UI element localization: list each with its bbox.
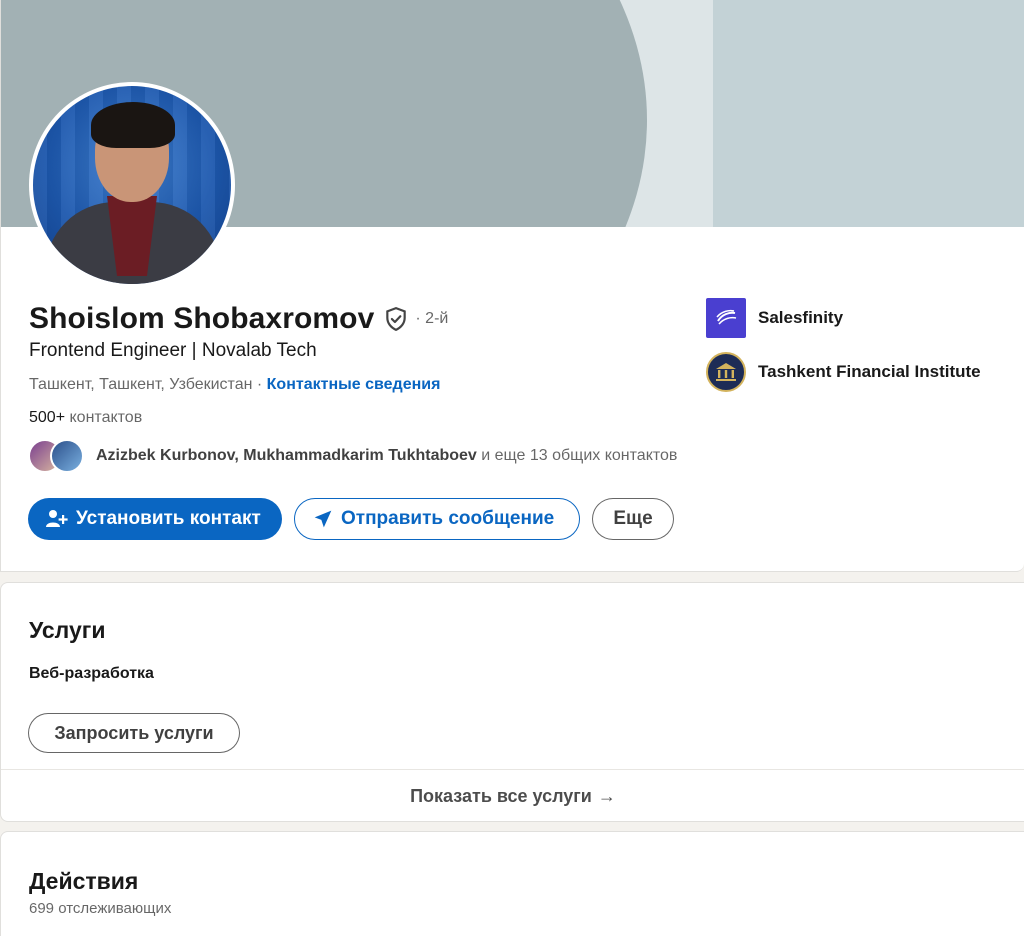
org-tashkent-financial-institute[interactable]: Tashkent Financial Institute (706, 352, 981, 392)
services-title: Услуги (29, 617, 106, 643)
connection-degree: · 2-й (415, 310, 449, 327)
location-row: Ташкент, Ташкент, Узбекистан · Контактны… (29, 376, 440, 394)
request-services-button[interactable]: Запросить услуги (28, 713, 240, 753)
activity-card: Действия 699 отслеживающих (0, 831, 1024, 936)
message-button[interactable]: Отправить сообщение (294, 498, 580, 540)
activity-title: Действия (29, 868, 139, 894)
mutual-avatar (50, 439, 84, 473)
profile-top-card: Shoislom Shobaxromov · 2-й Frontend Engi… (0, 0, 1024, 572)
show-all-services-link[interactable]: Показать все услуги → (1, 769, 1024, 822)
followers-count[interactable]: 699 отслеживающих (29, 900, 171, 917)
connect-button[interactable]: Установить контакт (28, 498, 282, 540)
profile-name: Shoislom Shobaxromov (29, 302, 375, 335)
contact-info-link[interactable]: Контактные сведения (267, 376, 441, 393)
profile-headline: Frontend Engineer | Novalab Tech (29, 340, 317, 361)
services-card: Услуги Веб-разработка Запросить услуги П… (0, 582, 1024, 822)
profile-actions: Установить контакт Отправить сообщение Е… (28, 498, 674, 540)
connections-number: 500+ (29, 409, 66, 426)
mutual-suffix: и еще 13 общих контактов (481, 447, 678, 464)
connections-label: контактов (69, 409, 143, 426)
mutual-connections[interactable]: Azizbek Kurbonov, Mukhammadkarim Tukhtab… (28, 439, 677, 473)
name-row: Shoislom Shobaxromov · 2-й (29, 302, 448, 336)
show-all-label: Показать все услуги (410, 785, 592, 806)
org-name: Salesfinity (758, 308, 844, 327)
mutual-connections-text: Azizbek Kurbonov, Mukhammadkarim Tukhtab… (96, 447, 677, 465)
tfi-logo-icon (706, 352, 746, 392)
request-services-label: Запросить услуги (54, 722, 214, 743)
connections-count[interactable]: 500+ контактов (29, 409, 142, 427)
org-salesfinity[interactable]: Salesfinity (706, 298, 843, 338)
service-item: Веб-разработка (29, 665, 154, 682)
message-button-label: Отправить сообщение (341, 508, 555, 529)
salesfinity-logo-icon (706, 298, 746, 338)
connect-button-label: Установить контакт (76, 508, 261, 529)
profile-photo-image (33, 86, 231, 284)
location-text: Ташкент, Ташкент, Узбекистан · (29, 376, 263, 393)
more-button[interactable]: Еще (592, 498, 674, 540)
profile-photo[interactable] (29, 82, 235, 288)
more-button-label: Еще (613, 508, 653, 529)
arrow-right-icon: → (597, 785, 616, 806)
mutual-names: Azizbek Kurbonov, Mukhammadkarim Tukhtab… (96, 447, 477, 464)
send-icon (314, 510, 332, 528)
add-person-icon (46, 510, 68, 527)
verified-shield-icon[interactable] (383, 306, 409, 332)
org-name: Tashkent Financial Institute (758, 362, 981, 381)
